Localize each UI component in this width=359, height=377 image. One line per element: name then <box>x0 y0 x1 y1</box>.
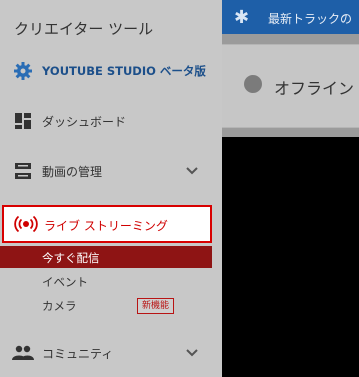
chevron-down-icon[interactable] <box>186 346 198 360</box>
banner-text: 最新トラックの <box>268 12 353 26</box>
new-feature-badge: 新機能 <box>137 298 175 314</box>
promo-banner[interactable]: ✱ 最新トラックの <box>222 0 359 34</box>
sidebar-item-live-streaming[interactable]: ライブ ストリーミング <box>2 205 212 243</box>
people-icon <box>12 342 34 364</box>
sidebar-item-community[interactable]: コミュニティ <box>0 335 222 371</box>
sidebar: クリエイター ツール YOUTUBE STUDIO ベータ版 ダッシュボード 動… <box>0 0 222 377</box>
star-icon: ✱ <box>234 7 250 28</box>
sidebar-item-label: ダッシュボード <box>42 114 127 129</box>
sub-item-label: 今すぐ配信 <box>42 251 100 265</box>
sidebar-item-label: コミュニティ <box>42 346 114 361</box>
stream-status-text: オフライン <box>274 79 355 98</box>
sidebar-item-youtube-studio[interactable]: YOUTUBE STUDIO ベータ版 <box>0 53 222 89</box>
sub-item-stream-now[interactable]: 今すぐ配信 <box>0 246 212 268</box>
sub-item-events[interactable]: イベント <box>42 274 88 290</box>
gear-icon <box>12 60 34 82</box>
sidebar-item-video-manager[interactable]: 動画の管理 <box>0 153 222 189</box>
chevron-down-icon[interactable] <box>186 164 198 178</box>
sub-item-camera[interactable]: カメラ <box>42 298 77 314</box>
video-preview[interactable] <box>222 137 359 377</box>
stream-status-card: オフライン <box>222 44 359 128</box>
sidebar-title: クリエイター ツール <box>14 20 154 38</box>
sidebar-item-dashboard[interactable]: ダッシュボード <box>0 103 222 139</box>
live-broadcast-icon <box>14 214 38 238</box>
sidebar-item-label: YOUTUBE STUDIO ベータ版 <box>42 64 206 78</box>
video-manager-icon <box>12 160 34 182</box>
status-indicator-icon <box>244 75 262 93</box>
dashboard-icon <box>12 110 34 132</box>
sidebar-item-label: 動画の管理 <box>42 164 103 179</box>
sidebar-item-label: ライブ ストリーミング <box>44 219 168 233</box>
